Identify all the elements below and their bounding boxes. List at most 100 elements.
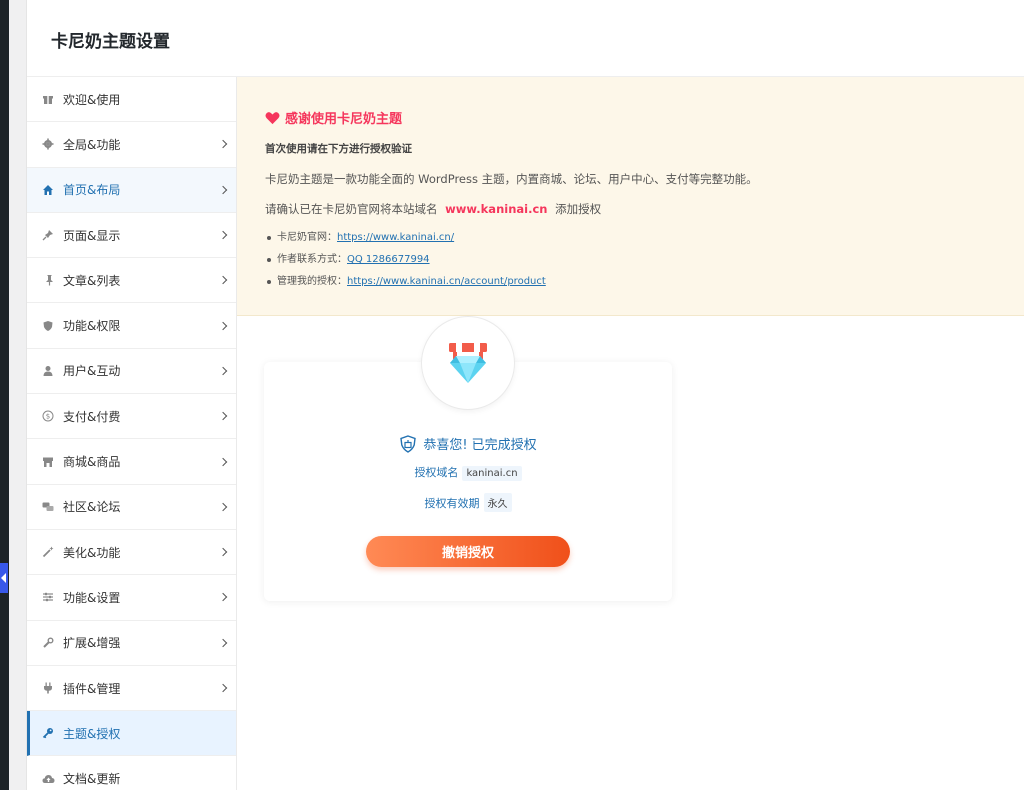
- sidebar-item-label: 功能&设置: [63, 590, 121, 605]
- chevron-right-icon: [218, 411, 228, 421]
- sidebar-item-label: 插件&管理: [63, 681, 121, 696]
- chevron-right-icon: [218, 638, 228, 647]
- confirm-suffix: 添加授权: [555, 202, 602, 216]
- pin-icon: [41, 228, 55, 242]
- sidebar-item-label: 商城&商品: [63, 455, 121, 470]
- list-item: 管理我的授权：https://www.kaninai.cn/account/pr…: [265, 275, 546, 297]
- sliders-icon: [41, 590, 55, 604]
- sidebar-item-user-interaction[interactable]: 用户&互动: [27, 349, 236, 395]
- notice-confirm: 请确认已在卡尼奶官网将本站域名 www.kaninai.cn 添加授权: [265, 201, 601, 217]
- chevron-right-icon: [218, 140, 228, 149]
- sidebar-item-function-settings[interactable]: 功能&设置: [27, 575, 236, 621]
- dollar-icon: $: [41, 409, 55, 423]
- sidebar-item-welcome[interactable]: 欢迎&使用: [27, 77, 236, 123]
- key-icon: [41, 726, 55, 740]
- sidebar-item-label: 扩展&增强: [63, 636, 121, 651]
- sidebar-item-label: 文章&列表: [63, 273, 121, 288]
- notice-title: 感谢使用卡尼奶主题: [265, 108, 402, 127]
- sidebar-item-label: 全局&功能: [63, 137, 121, 152]
- sidebar-item-plugins[interactable]: 插件&管理: [27, 666, 236, 712]
- store-icon: [41, 455, 55, 469]
- sidebar-item-home-layout[interactable]: 首页&布局: [27, 167, 236, 213]
- cloud-upload-icon: [41, 772, 55, 786]
- official-site-link[interactable]: https://www.kaninai.cn/: [337, 232, 454, 243]
- thumbtack-icon: [41, 273, 55, 287]
- chevron-right-icon: [218, 276, 228, 285]
- sidebar-item-global[interactable]: 全局&功能: [27, 122, 236, 168]
- sidebar-item-label: 主题&授权: [63, 726, 121, 741]
- confirm-domain: www.kaninai.cn: [445, 202, 548, 216]
- user-icon: [41, 364, 55, 378]
- license-validity-label: 授权有效期: [424, 497, 480, 510]
- settings-sidebar: 欢迎&使用 全局&功能 首页&布局 页面&显示 文章&列表 功能&权限 用户&互…: [27, 77, 237, 790]
- main-content: 感谢使用卡尼奶主题 首次使用请在下方进行授权验证 卡尼奶主题是一款功能全面的 W…: [237, 77, 1024, 790]
- license-validity-value: 永久: [483, 493, 512, 512]
- list-item: 卡尼奶官网：https://www.kaninai.cn/: [265, 231, 546, 253]
- notice-links: 卡尼奶官网：https://www.kaninai.cn/ 作者联系方式：QQ …: [265, 231, 546, 297]
- admin-sidebar-edge: [0, 0, 9, 790]
- license-validity: 授权有效期 永久: [264, 493, 672, 512]
- sidebar-item-label: 美化&功能: [63, 545, 121, 560]
- license-badge: [421, 316, 515, 410]
- manage-license-link[interactable]: https://www.kaninai.cn/account/product: [347, 276, 546, 287]
- list-item: 作者联系方式：QQ 1286677994: [265, 253, 546, 275]
- sidebar-item-label: 用户&互动: [63, 364, 121, 379]
- license-domain: 授权域名 kaninai.cn: [264, 464, 672, 481]
- sidebar-item-store[interactable]: 商城&商品: [27, 439, 236, 485]
- gear-icon: [41, 137, 55, 151]
- magic-wand-icon: [41, 545, 55, 559]
- notice-first-use: 首次使用请在下方进行授权验证: [265, 143, 412, 155]
- collapse-menu-tab[interactable]: [0, 563, 8, 593]
- wrench-icon: [41, 636, 55, 650]
- diamond-store-icon: [449, 343, 487, 383]
- confirm-prefix: 请确认已在卡尼奶官网将本站域名: [265, 202, 438, 216]
- license-success-text: 恭喜您! 已完成授权: [423, 438, 537, 453]
- notice-description: 卡尼奶主题是一款功能全面的 WordPress 主题，内置商城、论坛、用户中心、…: [265, 172, 758, 186]
- shield-check-icon: [400, 434, 417, 453]
- sidebar-item-label: 社区&论坛: [63, 500, 121, 515]
- sidebar-item-theme-license[interactable]: 主题&授权: [27, 711, 236, 757]
- gift-icon: [41, 92, 55, 106]
- chevron-right-icon: [218, 366, 228, 376]
- sidebar-item-permissions[interactable]: 功能&权限: [27, 303, 236, 349]
- chevron-right-icon: [218, 547, 228, 557]
- sidebar-item-page-display[interactable]: 页面&显示: [27, 213, 236, 259]
- sidebar-item-docs-update[interactable]: 文档&更新: [27, 756, 236, 790]
- sidebar-item-community[interactable]: 社区&论坛: [27, 485, 236, 530]
- link-label: 管理我的授权：: [277, 276, 347, 287]
- community-icon: [41, 500, 55, 514]
- notice-title-text: 感谢使用卡尼奶主题: [285, 112, 403, 127]
- authorization-notice: 感谢使用卡尼奶主题 首次使用请在下方进行授权验证 卡尼奶主题是一款功能全面的 W…: [237, 77, 1024, 316]
- link-label: 作者联系方式：: [277, 254, 347, 265]
- chevron-right-icon: [218, 321, 228, 330]
- svg-text:$: $: [46, 413, 50, 421]
- license-success: 恭喜您! 已完成授权: [264, 434, 672, 453]
- sidebar-item-label: 功能&权限: [63, 319, 121, 334]
- chevron-right-icon: [218, 185, 228, 194]
- sidebar-item-label: 支付&付费: [63, 409, 121, 424]
- revoke-license-button[interactable]: 撤销授权: [366, 536, 570, 567]
- link-label: 卡尼奶官网：: [277, 232, 337, 243]
- settings-panel: 卡尼奶主题设置 欢迎&使用 全局&功能 首页&布局 页面&显示 文章&列表 功能…: [26, 0, 1024, 790]
- license-domain-value: kaninai.cn: [462, 466, 522, 481]
- chevron-right-icon: [218, 230, 228, 240]
- sidebar-item-label: 首页&布局: [63, 183, 121, 198]
- sidebar-item-extensions[interactable]: 扩展&增强: [27, 621, 236, 666]
- chevron-right-icon: [218, 502, 228, 512]
- settings-header: 卡尼奶主题设置: [27, 0, 1024, 77]
- sidebar-item-label: 欢迎&使用: [63, 92, 121, 107]
- chevron-right-icon: [218, 683, 228, 693]
- plug-icon: [41, 681, 55, 695]
- sidebar-item-label: 页面&显示: [63, 228, 121, 243]
- sidebar-item-payment[interactable]: $ 支付&付费: [27, 394, 236, 440]
- chevron-right-icon: [218, 593, 228, 602]
- chevron-right-icon: [218, 457, 228, 466]
- sidebar-item-beautify[interactable]: 美化&功能: [27, 530, 236, 576]
- heart-icon: [265, 111, 280, 124]
- license-domain-label: 授权域名: [414, 466, 459, 479]
- sidebar-item-article-list[interactable]: 文章&列表: [27, 258, 236, 304]
- home-icon: [41, 183, 55, 197]
- author-contact-link[interactable]: QQ 1286677994: [347, 254, 430, 265]
- page-title: 卡尼奶主题设置: [51, 32, 170, 52]
- shield-icon: [41, 319, 55, 333]
